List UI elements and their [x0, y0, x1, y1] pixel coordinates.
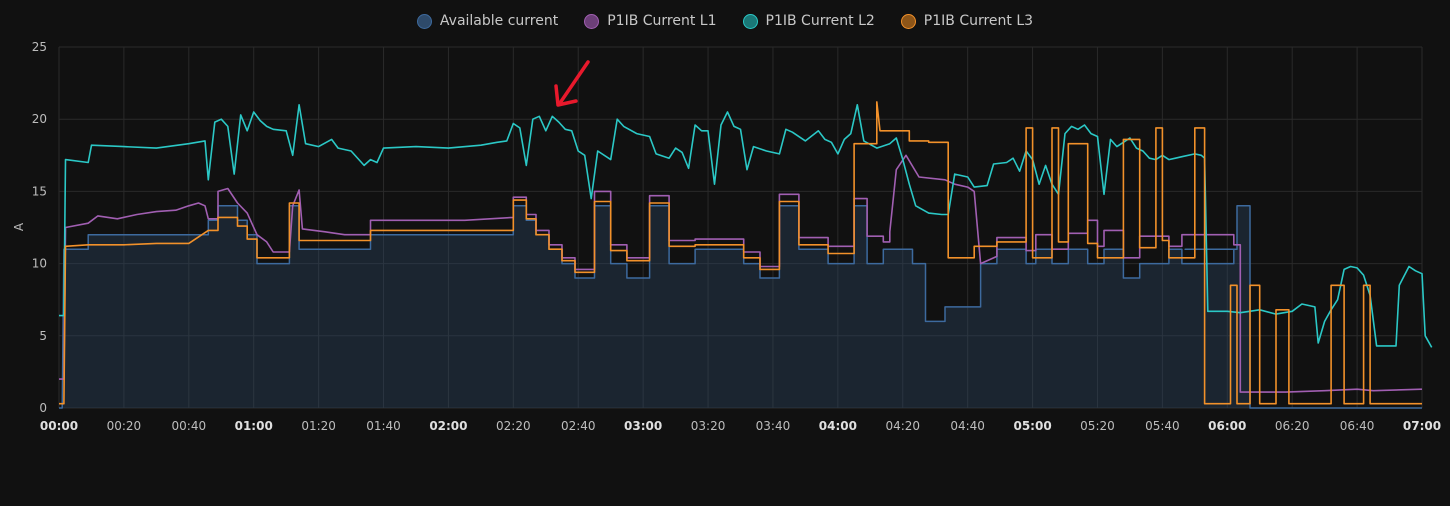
y-tick-label: 15	[32, 184, 47, 198]
chart-panel: Available current P1IB Current L1 P1IB C…	[0, 0, 1450, 506]
y-tick-label: 20	[32, 112, 47, 126]
x-tick-label: 02:20	[496, 419, 531, 433]
x-tick-label: 00:20	[107, 419, 142, 433]
x-tick-label: 05:40	[1145, 419, 1180, 433]
x-tick-label: 00:40	[172, 419, 207, 433]
y-tick-label: 5	[39, 329, 47, 343]
x-tick-label: 03:00	[624, 419, 662, 433]
series-area-0	[59, 205, 1422, 408]
x-tick-label: 06:00	[1208, 419, 1246, 433]
red-arrow-annotation	[554, 60, 590, 107]
x-tick-label: 04:40	[950, 419, 985, 433]
y-tick-label: 0	[39, 401, 47, 415]
plot-area: 0 5 10 15 20 25 00:00 00:20 00:40 01:00 01:20 01:4…	[12, 40, 1441, 433]
x-tick-label: 02:40	[561, 419, 596, 433]
x-tick-label: 03:20	[691, 419, 726, 433]
y-tick-label: 25	[32, 40, 47, 54]
x-tick-label: 05:20	[1080, 419, 1115, 433]
x-tick-label: 01:00	[235, 419, 273, 433]
x-tick-label: 04:00	[819, 419, 857, 433]
x-tick-label: 04:20	[885, 419, 920, 433]
x-axis: 00:00 00:20 00:40 01:00 01:20 01:40 02:00 02:20…	[40, 419, 1441, 433]
x-tick-label: 05:00	[1013, 419, 1051, 433]
x-tick-label: 06:40	[1340, 419, 1375, 433]
y-axis: 0 5 10 15 20 25	[32, 40, 47, 415]
x-tick-label: 00:00	[40, 419, 78, 433]
x-tick-label: 02:00	[429, 419, 467, 433]
y-tick-label: 10	[32, 257, 47, 271]
x-tick-label: 03:40	[756, 419, 791, 433]
x-tick-label: 07:00	[1403, 419, 1441, 433]
y-axis-label: A	[12, 222, 26, 231]
x-tick-label: 01:20	[301, 419, 336, 433]
x-tick-label: 01:40	[366, 419, 401, 433]
series-layer	[59, 101, 1433, 409]
x-tick-label: 06:20	[1275, 419, 1310, 433]
